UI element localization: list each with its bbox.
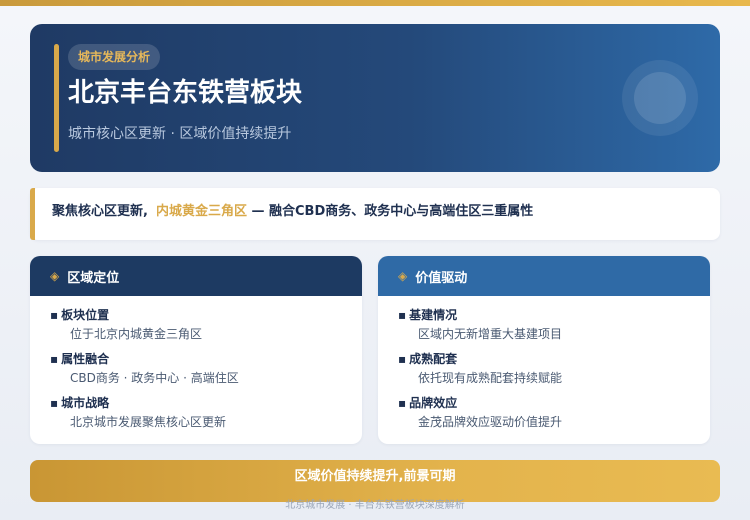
list-item: ▪ 属性融合 CBD商务 · 政务中心 · 高端住区 xyxy=(50,350,362,388)
list-item: ▪ 板块位置 位于北京内城黄金三角区 xyxy=(50,306,362,344)
bullet-icon: ▪ xyxy=(50,396,59,410)
list-item: ▪ 城市战略 北京城市发展聚焦核心区更新 xyxy=(50,394,362,432)
item-title: ▪ 品牌效应 xyxy=(398,394,710,412)
item-title-text: 城市战略 xyxy=(61,396,110,410)
list-item: ▪ 成熟配套 依托现有成熟配套持续赋能 xyxy=(398,350,710,388)
bullet-icon: ▪ xyxy=(398,396,407,410)
item-title: ▪ 成熟配套 xyxy=(398,350,710,368)
item-title-text: 成熟配套 xyxy=(409,352,458,366)
page-subtitle: 城市核心区更新 · 区域价值持续提升 xyxy=(68,126,292,142)
bullet-icon: ▪ xyxy=(50,308,59,322)
highlight-banner: 聚焦核心区更新, 内城黄金三角区 — 融合CBD商务、政务中心与高端住区三重属性 xyxy=(30,188,720,240)
item-description: 北京城市发展聚焦核心区更新 xyxy=(70,415,227,429)
bullet-icon: ▪ xyxy=(398,352,407,366)
category-tag: 城市发展分析 xyxy=(68,44,161,70)
highlight-text: 聚焦核心区更新, 内城黄金三角区 — 融合CBD商务、政务中心与高端住区三重属性 xyxy=(52,202,533,222)
diamond-icon: ◈ xyxy=(398,269,408,283)
item-description: 位于北京内城黄金三角区 xyxy=(70,327,203,341)
item-description: 依托现有成熟配套持续赋能 xyxy=(418,371,563,385)
card-header: ◈ 区域定位 xyxy=(30,256,362,296)
footer-caption: 北京城市发展 · 丰台东铁营板块深度解析 xyxy=(285,500,465,511)
page-title: 北京丰台东铁营板块 xyxy=(68,78,303,108)
summary-banner: 区域价值持续提升,前景可期 xyxy=(30,460,720,502)
item-title-text: 属性融合 xyxy=(61,352,110,366)
highlight-emphasis: 内城黄金三角区 xyxy=(155,204,247,219)
card-header: ◈ 价值驱动 xyxy=(378,256,710,296)
item-title: ▪ 城市战略 xyxy=(50,394,362,412)
highlight-suffix: — 融合CBD商务、政务中心与高端住区三重属性 xyxy=(246,204,534,219)
item-title-text: 板块位置 xyxy=(61,308,110,322)
card-value-drivers: ◈ 价值驱动 ▪ 基建情况 区域内无新增重大基建项目 ▪ 成熟配套 依托现有成熟配套… xyxy=(378,256,710,444)
item-title-text: 品牌效应 xyxy=(409,396,458,410)
bullet-icon: ▪ xyxy=(398,308,407,322)
item-title: ▪ 基建情况 xyxy=(398,306,710,324)
highlight-prefix: 聚焦核心区更新, xyxy=(52,204,148,219)
item-title-text: 基建情况 xyxy=(409,308,458,322)
highlight-accent-bar xyxy=(30,188,35,240)
list-item: ▪ 基建情况 区域内无新增重大基建项目 xyxy=(398,306,710,344)
card-body: ▪ 基建情况 区域内无新增重大基建项目 ▪ 成熟配套 依托现有成熟配套持续赋能 ▪ 品… xyxy=(378,296,710,432)
hero-accent-bar xyxy=(54,44,59,152)
diamond-icon: ◈ xyxy=(50,269,60,283)
decorative-circle-inner xyxy=(634,72,686,124)
hero-banner: 城市发展分析 北京丰台东铁营板块 城市核心区更新 · 区域价值持续提升 xyxy=(30,24,720,172)
card-title: 价值驱动 xyxy=(415,270,468,286)
item-title: ▪ 属性融合 xyxy=(50,350,362,368)
card-title: 区域定位 xyxy=(67,270,120,286)
item-description: 区域内无新增重大基建项目 xyxy=(418,327,563,341)
bullet-icon: ▪ xyxy=(50,352,59,366)
card-body: ▪ 板块位置 位于北京内城黄金三角区 ▪ 属性融合 CBD商务 · 政务中心 · 高… xyxy=(30,296,362,432)
item-description: 金茂品牌效应驱动价值提升 xyxy=(418,415,563,429)
item-title: ▪ 板块位置 xyxy=(50,306,362,324)
list-item: ▪ 品牌效应 金茂品牌效应驱动价值提升 xyxy=(398,394,710,432)
top-accent-bar xyxy=(0,0,750,6)
item-description: CBD商务 · 政务中心 · 高端住区 xyxy=(70,371,239,385)
card-regional-positioning: ◈ 区域定位 ▪ 板块位置 位于北京内城黄金三角区 ▪ 属性融合 CBD商务 · 政… xyxy=(30,256,362,444)
